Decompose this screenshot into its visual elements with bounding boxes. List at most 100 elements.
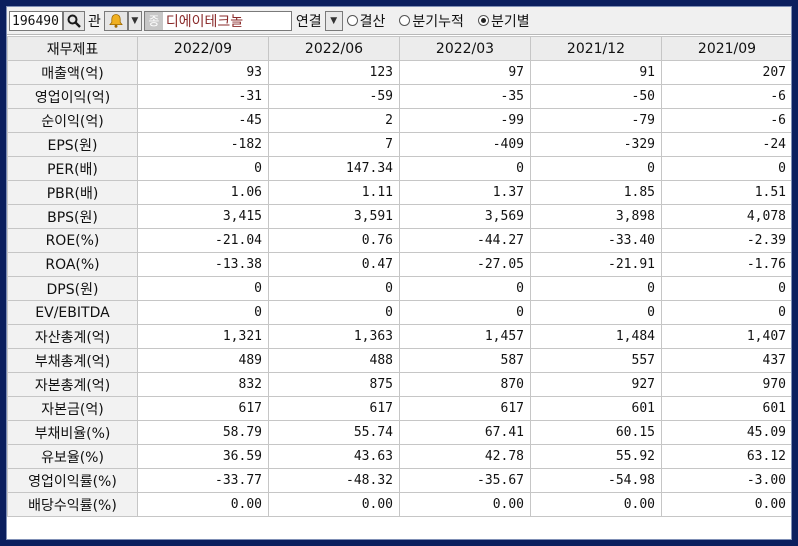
table-row: PBR(배) 1.06 1.11 1.37 1.85 1.51	[7, 180, 791, 205]
financial-table: 재무제표 2022/09 2022/06 2022/03 2021/12 2021/09 …	[7, 36, 791, 517]
value-cell: -79	[530, 108, 662, 133]
table-row: 자본총계(억) 832 875 870 927 970	[7, 372, 791, 397]
value-cell: 1.51	[661, 180, 791, 205]
table-row: ROA(%) -13.38 0.47 -27.05 -21.91 -1.76	[7, 252, 791, 277]
value-cell: 1.37	[399, 180, 531, 205]
value-cell: 91	[530, 60, 662, 85]
value-cell: 0	[268, 300, 400, 325]
value-cell: 489	[137, 348, 269, 373]
value-cell: -3.00	[661, 468, 791, 493]
radio-quarterly[interactable]: 분기별	[477, 11, 530, 31]
alert-dropdown-arrow[interactable]: ▼	[127, 10, 142, 31]
value-cell: 437	[661, 348, 791, 373]
value-cell: -27.05	[399, 252, 531, 277]
radio-circle-selected	[477, 15, 489, 26]
row-label: 자본총계(억)	[7, 372, 138, 397]
radio-label: 분기별	[490, 13, 530, 30]
row-label: DPS(원)	[7, 276, 138, 301]
value-cell: 147.34	[268, 156, 400, 181]
gwan-label[interactable]: 관	[85, 11, 104, 31]
value-cell: -1.76	[661, 252, 791, 277]
value-cell: 55.92	[530, 444, 662, 469]
value-cell: -35	[399, 84, 531, 109]
value-cell: 0.47	[268, 252, 400, 277]
value-cell: 601	[661, 396, 791, 421]
table-row: PER(배) 0 147.34 0 0 0	[7, 156, 791, 181]
row-label: EPS(원)	[7, 132, 138, 157]
header-period: 2022/09	[137, 36, 269, 61]
value-cell: 0	[530, 156, 662, 181]
radio-label: 결산	[359, 13, 386, 30]
row-label: PER(배)	[7, 156, 138, 181]
table-body: 매출액(억) 93 123 97 91 207 영업이익(억) -31 -59 -35 -50 -6 순…	[7, 60, 791, 517]
value-cell: -329	[530, 132, 662, 157]
link-dropdown-arrow[interactable]: ▼	[324, 10, 343, 31]
radio-quarter-cumulative[interactable]: 분기누적	[399, 11, 464, 31]
value-cell: -13.38	[137, 252, 269, 277]
value-cell: -45	[137, 108, 269, 133]
value-cell: 0	[137, 156, 269, 181]
value-cell: 4,078	[661, 204, 791, 229]
value-cell: 1,484	[530, 324, 662, 349]
row-label: 영업이익률(%)	[7, 468, 138, 493]
value-cell: 0	[661, 300, 791, 325]
row-label: 자본금(억)	[7, 396, 138, 421]
row-label: 매출액(억)	[7, 60, 138, 85]
value-cell: 0	[399, 300, 531, 325]
value-cell: 1.11	[268, 180, 400, 205]
value-cell: -31	[137, 84, 269, 109]
table-row: EV/EBITDA 0 0 0 0 0	[7, 300, 791, 325]
value-cell: -6	[661, 108, 791, 133]
value-cell: 207	[661, 60, 791, 85]
value-cell: -33.40	[530, 228, 662, 253]
alert-button[interactable]	[103, 10, 128, 31]
value-cell: 0.00	[137, 492, 269, 517]
company-name: 디에이테크놀	[165, 13, 244, 30]
value-cell: 1.06	[137, 180, 269, 205]
header-period: 2021/12	[530, 36, 662, 61]
company-name-field[interactable]: 종 디에이테크놀	[143, 10, 292, 31]
value-cell: 123	[268, 60, 400, 85]
table-row: BPS(원) 3,415 3,591 3,569 3,898 4,078	[7, 204, 791, 229]
search-button[interactable]	[63, 10, 85, 31]
value-cell: 3,591	[268, 204, 400, 229]
table-row: 영업이익(억) -31 -59 -35 -50 -6	[7, 84, 791, 109]
value-cell: 875	[268, 372, 400, 397]
value-cell: 927	[530, 372, 662, 397]
value-cell: 42.78	[399, 444, 531, 469]
toolbar: 196490 관 ▼ 종 디에이테크놀 연결 ▼ 결산 분기누적 분기별	[7, 7, 791, 35]
value-cell: 0	[399, 156, 531, 181]
value-cell: -33.77	[137, 468, 269, 493]
table-row: 매출액(억) 93 123 97 91 207	[7, 60, 791, 85]
value-cell: 43.63	[268, 444, 400, 469]
value-cell: 55.74	[268, 420, 400, 445]
value-cell: 60.15	[530, 420, 662, 445]
table-row: 순이익(억) -45 2 -99 -79 -6	[7, 108, 791, 133]
link-select-label[interactable]: 연결	[292, 11, 325, 31]
value-cell: 0	[399, 276, 531, 301]
value-cell: -2.39	[661, 228, 791, 253]
row-label: ROE(%)	[7, 228, 138, 253]
value-cell: 45.09	[661, 420, 791, 445]
value-cell: 1,321	[137, 324, 269, 349]
stock-code-input[interactable]: 196490	[9, 10, 63, 31]
row-label: 유보율(%)	[7, 444, 138, 469]
value-cell: -21.91	[530, 252, 662, 277]
value-cell: 0	[530, 276, 662, 301]
value-cell: -21.04	[137, 228, 269, 253]
radio-annual[interactable]: 결산	[346, 11, 386, 31]
value-cell: 7	[268, 132, 400, 157]
search-icon	[67, 14, 81, 28]
value-cell: 0	[530, 300, 662, 325]
value-cell: 557	[530, 348, 662, 373]
table-row: 부채총계(억) 489 488 587 557 437	[7, 348, 791, 373]
value-cell: -35.67	[399, 468, 531, 493]
row-label: 부채총계(억)	[7, 348, 138, 373]
table-row: 자본금(억) 617 617 617 601 601	[7, 396, 791, 421]
jong-tag: 종	[144, 11, 163, 30]
bell-icon	[109, 13, 123, 28]
value-cell: 0	[661, 276, 791, 301]
value-cell: -409	[399, 132, 531, 157]
value-cell: -182	[137, 132, 269, 157]
value-cell: 58.79	[137, 420, 269, 445]
